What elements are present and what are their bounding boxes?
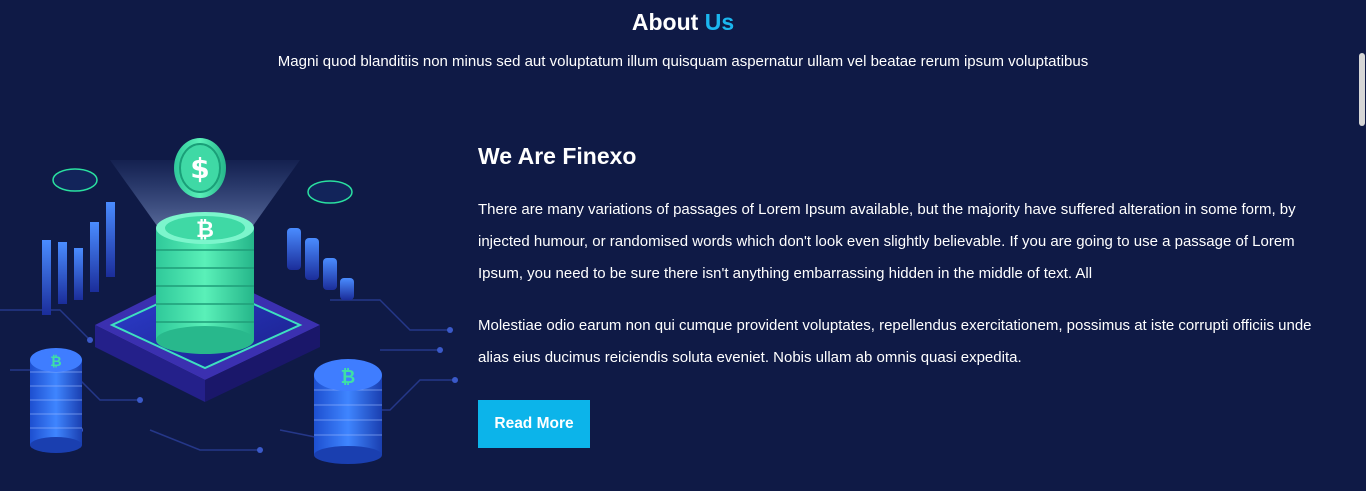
crypto-coin-stack-icon: $ ₿ ₿ ₿ xyxy=(0,138,458,464)
svg-text:₿: ₿ xyxy=(341,367,356,388)
read-more-button[interactable]: Read More xyxy=(478,400,590,448)
crypto-illustration: $ ₿ ₿ ₿ xyxy=(0,110,460,470)
about-section: About Us Magni quod blanditiis non minus… xyxy=(0,0,1366,491)
content-paragraph-1: There are many variations of passages of… xyxy=(478,201,1296,282)
svg-text:₿: ₿ xyxy=(50,354,61,370)
scrollbar-thumb[interactable] xyxy=(1359,53,1365,126)
title-part-us: Us xyxy=(704,9,735,35)
title-part-about: About xyxy=(631,9,699,35)
about-content: We Are Finexo There are many variations … xyxy=(478,140,1338,448)
svg-text:₿: ₿ xyxy=(196,218,214,243)
svg-text:$: $ xyxy=(190,152,209,185)
section-subtitle: Magni quod blanditiis non minus sed aut … xyxy=(277,53,1089,70)
content-paragraph-2: Molestiae odio earum non qui cumque prov… xyxy=(478,317,1312,366)
content-heading: We Are Finexo xyxy=(478,143,637,169)
page-scrollbar[interactable] xyxy=(1358,0,1366,491)
section-title: About Us xyxy=(0,6,1366,38)
